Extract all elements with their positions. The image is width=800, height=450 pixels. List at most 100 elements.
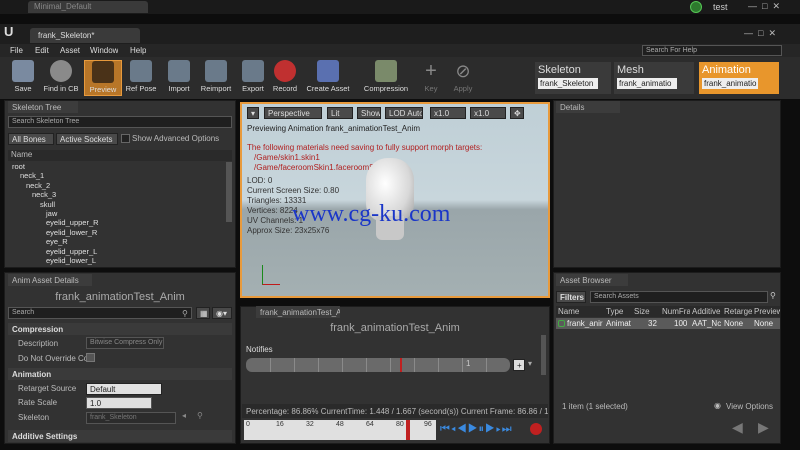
bone-row[interactable]: root (8, 162, 228, 171)
lit-button[interactable]: Lit (327, 107, 353, 119)
watermark: www.cg-ku.com (292, 201, 451, 227)
asset-search-input[interactable]: Search Assets (590, 291, 768, 303)
record-transport-icon[interactable] (530, 423, 542, 435)
reimport-button[interactable]: Reimport (197, 60, 235, 96)
skeleton-tree-tab[interactable]: Skeleton Tree (8, 101, 78, 113)
history-back-icon[interactable]: ◀ (732, 419, 743, 436)
details-tab[interactable]: Details (556, 101, 620, 113)
compression-icon (375, 60, 397, 82)
notify-divider (294, 358, 295, 372)
skeleton-search-input[interactable]: Search Skeleton Tree (8, 116, 232, 128)
menu-asset[interactable]: Asset (60, 46, 80, 55)
find-in-cb-button[interactable]: Find in CB (42, 60, 80, 96)
import-button[interactable]: Import (160, 60, 198, 96)
bone-row[interactable]: jaw (8, 209, 228, 218)
details-search-input[interactable]: Search (8, 307, 192, 319)
menu-file[interactable]: File (10, 46, 23, 55)
editor-window-controls[interactable]: — □ ✕ (744, 28, 776, 39)
track-playhead (400, 358, 402, 372)
tree-scrollbar[interactable] (226, 162, 232, 222)
add-track-button[interactable]: + (513, 359, 525, 371)
menu-help[interactable]: Help (130, 46, 146, 55)
show-advanced-checkbox[interactable] (121, 134, 130, 143)
bone-row[interactable]: eyelid_lower_R (8, 228, 228, 237)
anim-scrollbar[interactable] (541, 335, 546, 375)
history-forward-icon[interactable]: ▶ (758, 419, 769, 436)
track-dropdown-icon[interactable]: ▾ (528, 359, 532, 368)
asset-retarget-cell: None (724, 319, 744, 328)
transport-controls[interactable]: ⏮◂◀▶⏸▶▸⏭ (440, 423, 513, 436)
asset-row[interactable]: frank_anir Animat 32 100 AAT_Nc None Non… (556, 318, 780, 329)
col-additive[interactable]: Additive (692, 307, 722, 316)
save-button[interactable]: Save (4, 60, 42, 96)
mesh-mode-tab[interactable]: Mesh frank_animatio (614, 62, 694, 94)
bone-row[interactable]: eyelid_upper_L (8, 247, 228, 256)
bone-row[interactable]: neck_2 (8, 181, 228, 190)
view-options-button[interactable]: View Options (726, 402, 773, 411)
timeline-tick: 80 (396, 421, 404, 428)
apply-button[interactable]: ⊘ Apply (444, 60, 482, 96)
compression-button[interactable]: Compression (362, 60, 410, 96)
outer-tab[interactable]: Minimal_Default (28, 1, 148, 13)
col-retarget[interactable]: Retarge (724, 307, 752, 316)
description-label: Description (18, 338, 59, 348)
preview-button[interactable]: Preview (84, 60, 122, 96)
window-controls[interactable]: — □ ✕ (748, 1, 780, 12)
animation-mode-tab[interactable]: Animation frank_animatio (699, 62, 779, 94)
asset-preview-cell: None (754, 319, 774, 328)
track-number: 1 (466, 359, 471, 368)
col-name[interactable]: Name (558, 307, 604, 316)
back-arrow-icon[interactable]: ◂ (182, 411, 186, 420)
skeleton-mode-tab[interactable]: Skeleton frank_Skeleton (535, 62, 611, 94)
retarget-source-label: Retarget Source (18, 383, 77, 393)
maximize-viewport-icon[interactable]: ✥ (510, 107, 524, 119)
playback-status-text: Percentage: 86.86% CurrentTime: 1.448 / … (246, 407, 548, 416)
anim-editor-tab[interactable]: frank_animationTest_A (256, 306, 340, 318)
col-type[interactable]: Type (606, 307, 632, 316)
col-preview[interactable]: Preview (754, 307, 780, 316)
bone-row[interactable]: neck_1 (8, 171, 228, 180)
lod-button[interactable]: LOD Auto (385, 107, 423, 119)
bone-row[interactable]: eye_R (8, 237, 228, 246)
rate-scale-input[interactable]: 1.0 (86, 397, 152, 409)
import-icon (168, 60, 190, 82)
viewport-menu-button[interactable]: ▾ (247, 107, 259, 119)
animation-section[interactable]: Animation (8, 368, 232, 380)
bone-row[interactable]: eyelid_upper_R (8, 218, 228, 227)
export-icon (242, 60, 264, 82)
editor-tab[interactable]: frank_Skeleton* (30, 28, 140, 43)
grid-view-icon[interactable]: ▦ (196, 307, 210, 319)
col-numframes[interactable]: NumFra (662, 307, 690, 316)
speed-button-2[interactable]: x1.0 (470, 107, 506, 119)
record-icon (274, 60, 296, 82)
timeline-playhead[interactable] (406, 420, 410, 440)
skeleton-value: frank_Skeleton (86, 412, 176, 424)
help-search-input[interactable]: Search For Help (642, 45, 782, 56)
col-size[interactable]: Size (634, 307, 660, 316)
bone-row[interactable]: skull (8, 200, 228, 209)
browse-search-icon[interactable]: ⚲ (197, 411, 203, 420)
filters-button[interactable]: Filters (556, 291, 586, 303)
menu-edit[interactable]: Edit (35, 46, 49, 55)
additive-settings-section[interactable]: Additive Settings (8, 430, 232, 442)
timeline-tick: 96 (424, 421, 432, 428)
perspective-button[interactable]: Perspective (264, 107, 322, 119)
record-button[interactable]: Record (266, 60, 304, 96)
show-button[interactable]: Show (357, 107, 381, 119)
compression-section[interactable]: Compression (8, 323, 232, 335)
playback-speed-button[interactable]: x1.0 (430, 107, 466, 119)
notify-divider (414, 358, 415, 372)
eye-icon[interactable]: ◉▾ (212, 307, 232, 319)
all-bones-dropdown[interactable]: All Bones (8, 133, 54, 145)
bone-row[interactable]: eyelid_lower_L (8, 256, 228, 265)
bone-row[interactable]: neck_3 (8, 190, 228, 199)
menu-window[interactable]: Window (90, 46, 118, 55)
notify-divider (366, 358, 367, 372)
anim-asset-details-tab[interactable]: Anim Asset Details (8, 274, 92, 286)
ref-pose-button[interactable]: Ref Pose (122, 60, 160, 96)
do-not-override-label: Do Not Override Com (18, 353, 95, 363)
active-sockets-dropdown[interactable]: Active Sockets (56, 133, 118, 145)
do-not-override-checkbox[interactable] (86, 353, 95, 362)
create-asset-button[interactable]: Create Asset (302, 60, 354, 96)
asset-browser-tab[interactable]: Asset Browser (556, 274, 628, 286)
